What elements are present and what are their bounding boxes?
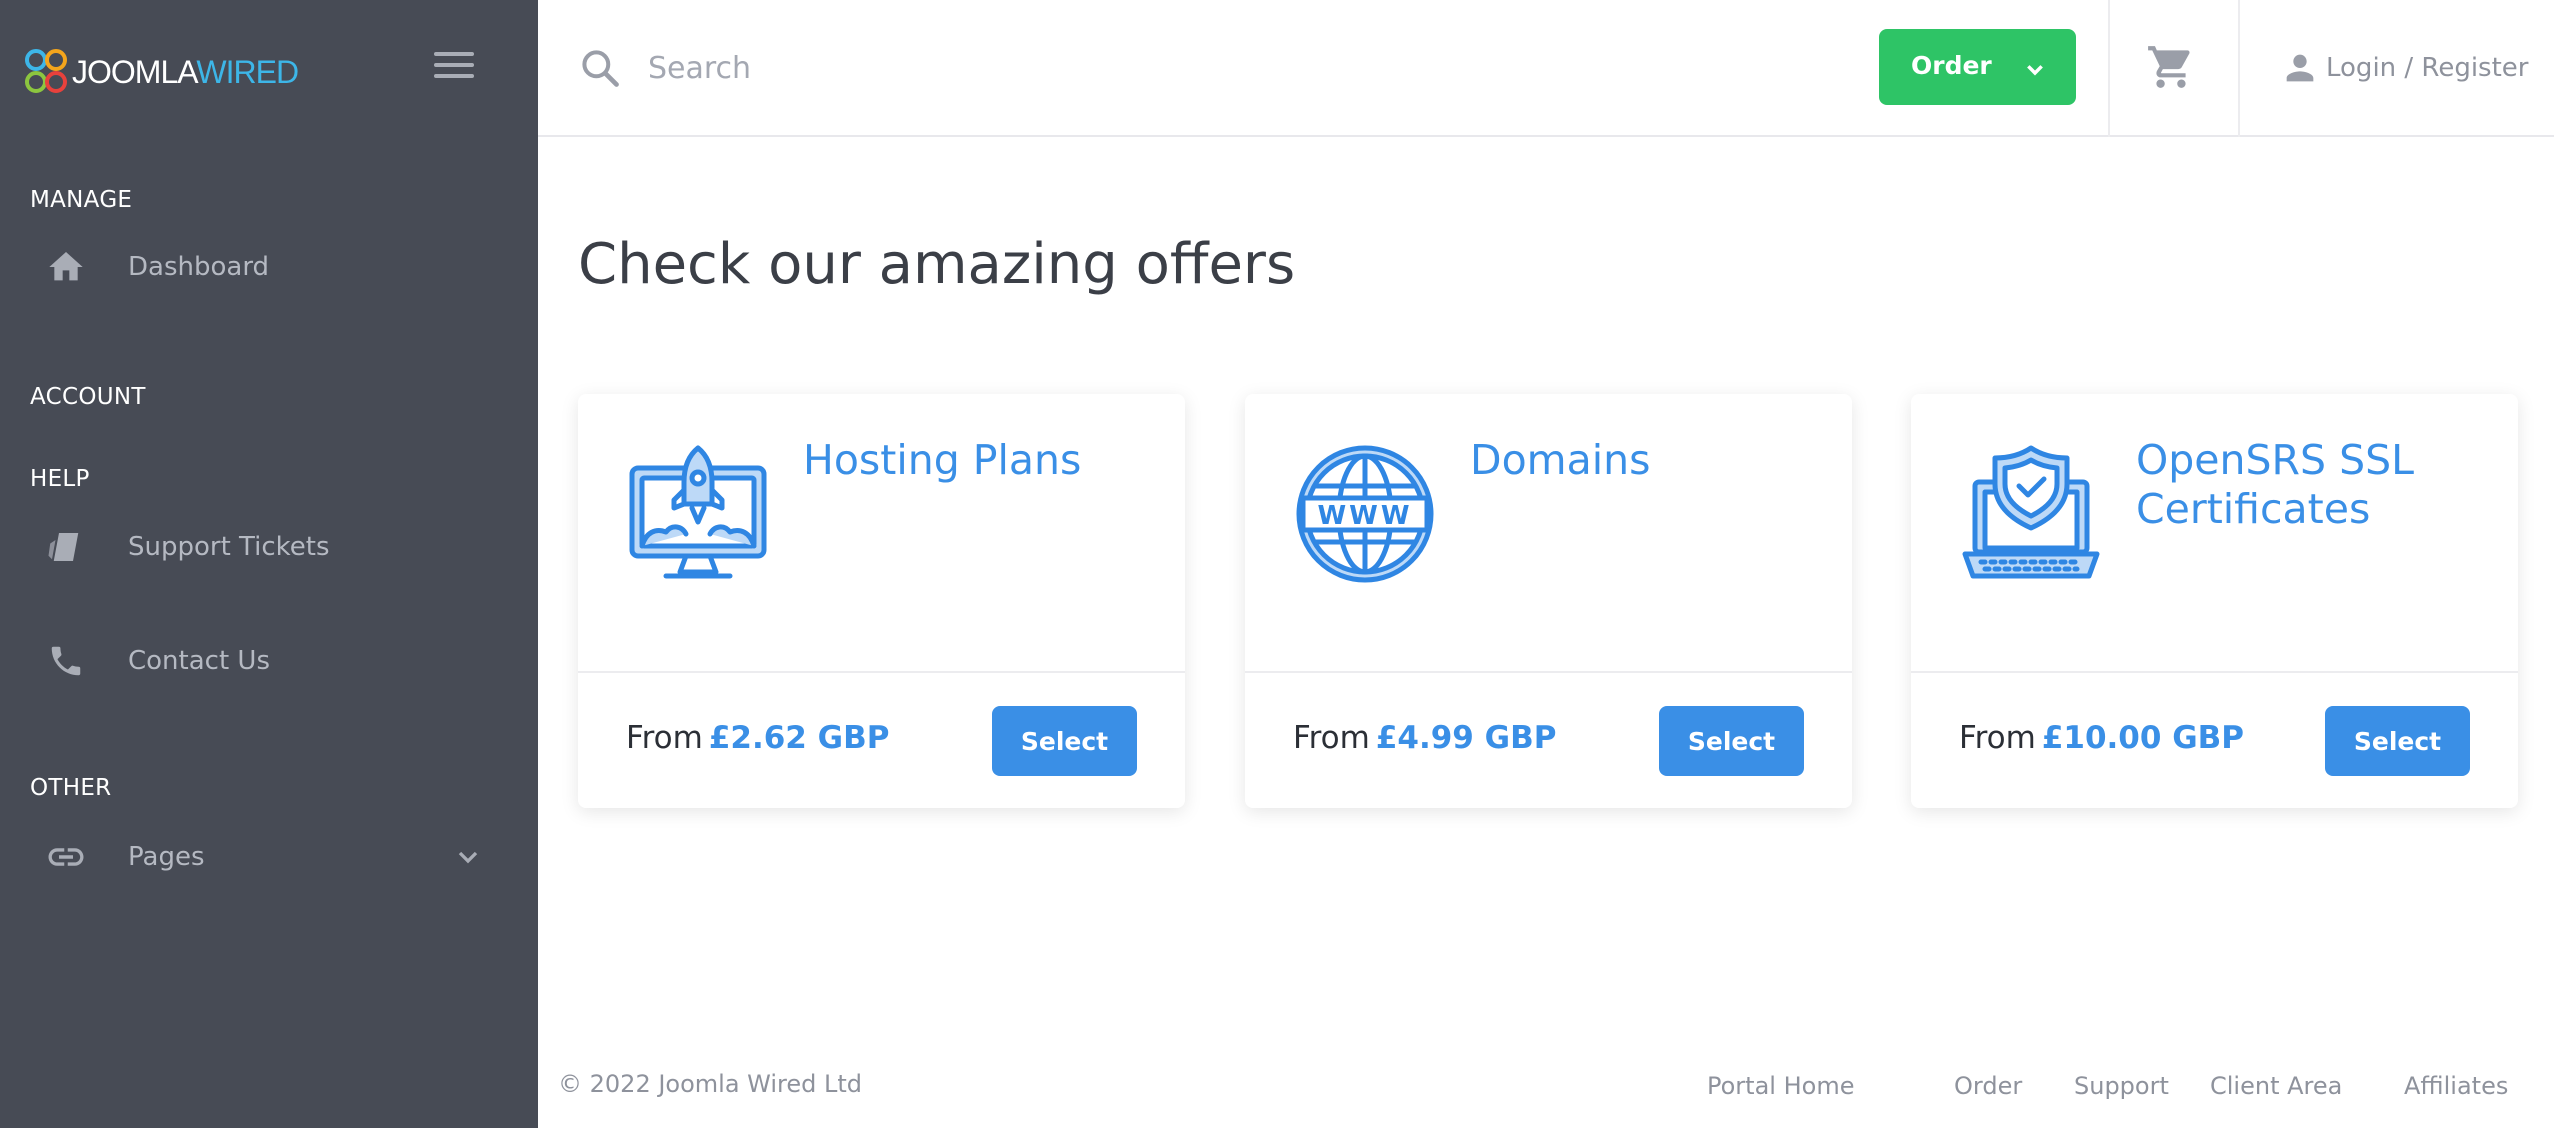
sidebar-item-support-tickets[interactable]: Support Tickets xyxy=(0,512,538,582)
search-icon xyxy=(582,50,619,87)
section-account: ACCOUNT xyxy=(30,384,146,410)
section-other: OTHER xyxy=(30,775,112,801)
sidebar-item-contact-us[interactable]: Contact Us xyxy=(0,626,538,696)
card-price: From £4.99 GBP xyxy=(1293,720,1556,756)
section-help: HELP xyxy=(30,466,90,492)
login-register-label: Login / Register xyxy=(2326,53,2529,83)
logo-icon xyxy=(25,49,67,93)
divider xyxy=(2238,0,2240,137)
card-divider xyxy=(1245,671,1852,673)
sidebar-item-label: Dashboard xyxy=(128,252,270,282)
phone-icon xyxy=(44,639,88,683)
price-prefix: From xyxy=(1293,720,1370,756)
footer-link-affiliates[interactable]: Affiliates xyxy=(2404,1072,2508,1100)
sidebar: JOOMLAWIRED MANAGE Dashboard ACCOUNT HEL… xyxy=(0,0,538,1128)
cart-icon[interactable] xyxy=(2146,42,2196,92)
link-icon xyxy=(44,835,88,879)
footer-link-client-area[interactable]: Client Area xyxy=(2210,1072,2342,1100)
logo-text: JOOMLAWIRED xyxy=(72,54,299,90)
section-manage: MANAGE xyxy=(30,187,133,213)
card-title[interactable]: Hosting Plans xyxy=(803,436,1163,485)
chevron-down-icon xyxy=(458,851,478,864)
chevron-down-icon xyxy=(2027,65,2043,76)
price-amount: £2.62 GBP xyxy=(708,720,890,756)
select-button[interactable]: Select xyxy=(1659,706,1804,776)
top-bar: Order Login / Register xyxy=(538,0,2554,137)
card-price: From £10.00 GBP xyxy=(1959,720,2244,756)
sidebar-item-label: Support Tickets xyxy=(128,532,330,562)
www-globe-icon: WWW xyxy=(1296,445,1434,583)
card-divider xyxy=(578,671,1185,673)
divider xyxy=(2108,0,2110,137)
hosting-rocket-monitor-icon xyxy=(629,445,767,579)
footer-link-order[interactable]: Order xyxy=(1954,1072,2022,1100)
brand-logo[interactable]: JOOMLAWIRED xyxy=(22,46,299,98)
card-title[interactable]: Domains xyxy=(1470,436,1830,485)
user-icon xyxy=(2286,54,2314,82)
order-button-label: Order xyxy=(1911,51,1992,80)
sidebar-item-pages[interactable]: Pages xyxy=(0,822,538,892)
sidebar-item-label: Pages xyxy=(128,842,205,872)
price-amount: £10.00 GBP xyxy=(2041,720,2245,756)
offer-card-hosting: Hosting Plans From £2.62 GBP Select xyxy=(578,394,1185,808)
ssl-shield-laptop-icon xyxy=(1962,445,2100,579)
card-divider xyxy=(1911,671,2518,673)
logo-word-wired: WIRED xyxy=(196,54,299,90)
search-input[interactable] xyxy=(648,36,1348,100)
page-title: Check our amazing offers xyxy=(578,232,1296,297)
footer-nav: Portal Home Order Support Client Area Af… xyxy=(0,1072,2554,1106)
footer-link-portal-home[interactable]: Portal Home xyxy=(1707,1072,1854,1100)
sidebar-item-label: Contact Us xyxy=(128,646,270,676)
order-dropdown-button[interactable]: Order xyxy=(1879,29,2076,105)
footer-link-support[interactable]: Support xyxy=(2074,1072,2169,1100)
offer-card-ssl: OpenSRS SSL Certificates From £10.00 GBP … xyxy=(1911,394,2518,808)
price-prefix: From xyxy=(1959,720,2036,756)
home-icon xyxy=(44,245,88,289)
select-button[interactable]: Select xyxy=(2325,706,2470,776)
offer-card-domains: WWW Domains From £4.99 GBP Select xyxy=(1245,394,1852,808)
svg-text:WWW: WWW xyxy=(1317,501,1412,531)
price-amount: £4.99 GBP xyxy=(1375,720,1557,756)
price-prefix: From xyxy=(626,720,703,756)
login-register-link[interactable]: Login / Register xyxy=(2280,44,2528,92)
tickets-icon xyxy=(44,525,88,569)
logo-word-joomla: JOOMLA xyxy=(72,54,197,90)
menu-toggle-icon[interactable] xyxy=(434,52,474,84)
sidebar-item-dashboard[interactable]: Dashboard xyxy=(0,232,538,302)
card-title[interactable]: OpenSRS SSL Certificates xyxy=(2136,436,2496,534)
card-price: From £2.62 GBP xyxy=(626,720,889,756)
select-button[interactable]: Select xyxy=(992,706,1137,776)
